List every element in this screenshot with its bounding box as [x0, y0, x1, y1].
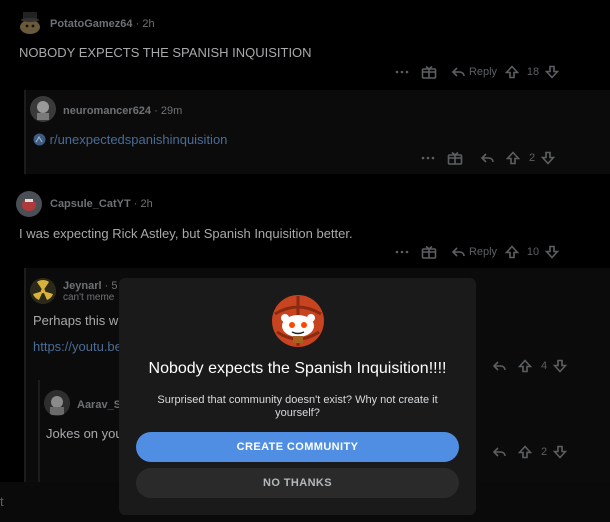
more-icon [395, 250, 409, 254]
reply-icon [480, 153, 494, 163]
comment-actions: Reply 10 [392, 242, 560, 262]
community-icon [33, 133, 46, 146]
more-icon [395, 70, 409, 74]
reply-icon [451, 67, 465, 77]
avatar[interactable] [30, 96, 56, 122]
downvote-icon [541, 151, 555, 165]
timestamp: 2h [140, 198, 153, 210]
comment-actions: 2 [418, 148, 556, 168]
comment-actions: 2 [484, 442, 568, 462]
reply-button[interactable] [484, 442, 514, 462]
more-icon [421, 156, 435, 160]
avatar[interactable] [44, 390, 70, 416]
comment-text: Jokes on you [46, 426, 123, 441]
upvote-icon [506, 151, 520, 165]
comment-text: NOBODY EXPECTS THE SPANISH INQUISITION [19, 45, 312, 60]
modal-title: Nobody expects the Spanish Inquisition!!… [148, 360, 447, 377]
community-link[interactable]: r/unexpectedspanishinquisition [33, 132, 227, 147]
more-button[interactable] [392, 62, 412, 82]
award-button[interactable] [412, 242, 446, 262]
reply-button[interactable]: Reply [446, 242, 502, 262]
upvote-icon [518, 445, 532, 459]
upvote-icon [518, 359, 532, 373]
reply-icon [451, 247, 465, 257]
vote-count: 10 [526, 246, 540, 258]
modal-illustration [271, 294, 325, 348]
timestamp: 29m [160, 105, 183, 117]
comment-input-placeholder: t [0, 494, 4, 509]
comment-potatogamez64: PotatoGamez64 · 2h NOBODY EXPECTS THE SP… [0, 0, 610, 90]
vote-count: 2 [540, 446, 548, 458]
comment-neuromancer624: neuromancer624 · 29m r/unexpectedspanish… [0, 90, 610, 174]
award-icon [447, 151, 463, 165]
user-flair: can't meme [63, 292, 115, 303]
no-thanks-button[interactable]: NO THANKS [136, 468, 459, 498]
vote-count: 18 [526, 66, 540, 78]
timestamp: 5 [111, 280, 118, 292]
award-icon [421, 245, 437, 259]
reply-button[interactable] [484, 356, 514, 376]
comment-meta: Aarav_S [77, 399, 121, 411]
downvote-icon [553, 445, 567, 459]
comment-capsule-catyt: Capsule_CatYT · 2h I was expecting Rick … [0, 180, 610, 270]
upvote-button[interactable] [502, 62, 522, 82]
youtube-link[interactable]: https://youtu.be [33, 339, 122, 354]
downvote-icon [553, 359, 567, 373]
reply-icon [492, 361, 506, 371]
reply-button[interactable]: Reply [446, 62, 502, 82]
comment-meta: neuromancer624 · 29m [63, 105, 183, 117]
award-button[interactable] [412, 62, 446, 82]
create-community-modal: Nobody expects the Spanish Inquisition!!… [119, 278, 476, 515]
more-button[interactable] [418, 148, 438, 168]
comment-meta: Jeynarl · 5 [63, 280, 118, 292]
snoo-icon [272, 295, 324, 347]
reply-icon [492, 447, 506, 457]
vote-count: 2 [528, 152, 536, 164]
modal-subtitle: Surprised that community doesn't exist? … [157, 394, 438, 419]
award-icon [421, 65, 437, 79]
upvote-icon [505, 65, 519, 79]
upvote-button[interactable] [502, 148, 524, 168]
award-button[interactable] [438, 148, 472, 168]
downvote-icon [545, 245, 559, 259]
username[interactable]: Jeynarl [63, 280, 102, 292]
downvote-icon [545, 65, 559, 79]
comment-meta: PotatoGamez64 · 2h [50, 18, 155, 30]
timestamp: 2h [142, 18, 155, 30]
reply-label: Reply [468, 66, 498, 78]
upvote-button[interactable] [502, 242, 522, 262]
username[interactable]: Aarav_S [77, 399, 121, 411]
comment-text: I was expecting Rick Astley, but Spanish… [19, 226, 353, 241]
downvote-button[interactable] [552, 442, 568, 462]
avatar[interactable] [17, 9, 43, 37]
downvote-button[interactable] [552, 356, 568, 376]
upvote-button[interactable] [514, 356, 536, 376]
upvote-icon [505, 245, 519, 259]
vote-count: 4 [540, 360, 548, 372]
username[interactable]: neuromancer624 [63, 105, 151, 117]
upvote-button[interactable] [514, 442, 536, 462]
avatar[interactable] [16, 191, 42, 217]
downvote-button[interactable] [544, 242, 560, 262]
avatar[interactable] [30, 278, 56, 304]
reply-label: Reply [468, 246, 498, 258]
username[interactable]: PotatoGamez64 [50, 18, 133, 30]
more-button[interactable] [392, 242, 412, 262]
comment-actions: Reply 18 [392, 62, 560, 82]
reply-button[interactable] [472, 148, 502, 168]
comment-text: Perhaps this wi [33, 313, 122, 328]
comment-actions: 4 [484, 356, 568, 376]
create-community-button[interactable]: CREATE COMMUNITY [136, 432, 459, 462]
username[interactable]: Capsule_CatYT [50, 198, 131, 210]
downvote-button[interactable] [540, 148, 556, 168]
downvote-button[interactable] [544, 62, 560, 82]
comment-meta: Capsule_CatYT · 2h [50, 198, 153, 210]
